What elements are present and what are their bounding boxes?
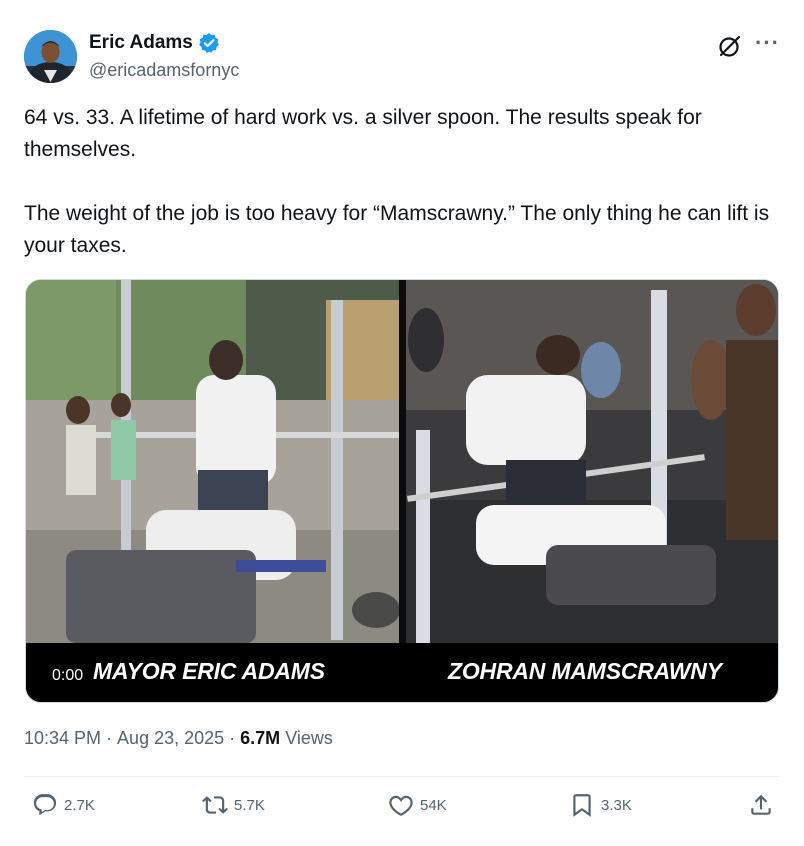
tweet-text: 64 vs. 33. A lifetime of hard work vs. a…: [24, 102, 784, 262]
divider: [24, 776, 780, 777]
bookmark-button[interactable]: 3.3K: [569, 792, 632, 818]
video-time: 0:00: [52, 667, 84, 684]
repost-count: 5.7K: [234, 796, 265, 814]
tweet-meta: 10:34 PM · Aug 23, 2025 · 6.7M Views: [24, 728, 333, 749]
video-frame-left: [26, 280, 399, 643]
bookmark-count: 3.3K: [601, 796, 632, 814]
bookmark-icon: [573, 794, 591, 817]
tweet-paragraph-1: 64 vs. 33. A lifetime of hard work vs. a…: [24, 106, 702, 161]
post-date[interactable]: Aug 23, 2025: [117, 728, 224, 749]
author-handle[interactable]: @ericadamsfornyc: [89, 60, 239, 81]
views-count: 6.7M: [240, 728, 281, 748]
more-icon[interactable]: ···: [755, 30, 780, 56]
reply-icon: [33, 794, 57, 816]
grok-icon[interactable]: [717, 33, 743, 59]
retweet-icon: [202, 796, 228, 814]
tweet-header: Eric Adams @ericadamsfornyc ···: [24, 30, 780, 86]
action-bar: 2.7K 5.7K 54K 3.3K: [24, 792, 780, 822]
author-avatar[interactable]: [24, 30, 77, 83]
tweet-paragraph-2: The weight of the job is too heavy for “…: [24, 202, 770, 257]
verified-badge-icon: [198, 32, 220, 54]
repost-button[interactable]: 5.7K: [202, 792, 265, 818]
author-name[interactable]: Eric Adams: [89, 32, 193, 54]
meta-separator: ·: [106, 728, 113, 748]
video-frame-right: [406, 280, 778, 643]
reply-button[interactable]: 2.7K: [32, 792, 95, 818]
views-label: Views: [285, 728, 333, 748]
like-count: 54K: [420, 796, 447, 814]
split-divider: [399, 280, 406, 643]
post-time[interactable]: 10:34 PM: [24, 728, 101, 749]
share-button[interactable]: [748, 792, 774, 818]
meta-separator: ·: [229, 728, 236, 748]
heart-icon: [389, 795, 413, 816]
caption-right: ZOHRAN MAMSCRAWNY: [448, 658, 722, 684]
like-button[interactable]: 54K: [388, 792, 447, 818]
author-name-row[interactable]: Eric Adams: [89, 32, 220, 54]
video-player[interactable]: MAYOR ERIC ADAMS ZOHRAN MAMSCRAWNY 0:00: [25, 279, 779, 703]
share-icon: [751, 794, 771, 815]
reply-count: 2.7K: [64, 796, 95, 814]
caption-left: MAYOR ERIC ADAMS: [93, 658, 325, 684]
